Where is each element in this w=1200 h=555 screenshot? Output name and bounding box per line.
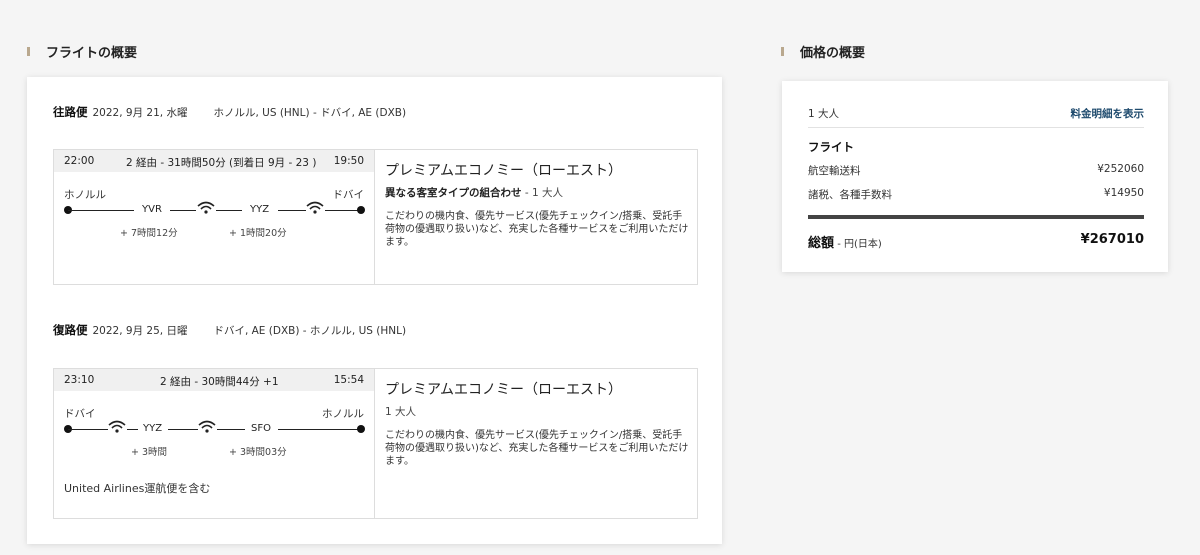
return-date: 2022, 9月 25, 日曜 [92, 325, 188, 337]
destination-dot [357, 206, 365, 214]
route-line [217, 429, 245, 430]
outbound-cabin: プレミアムエコノミー（ローエスト） [385, 163, 623, 179]
outbound-dest-city: ドバイ [332, 189, 365, 201]
fare-value: ¥252060 [1097, 163, 1144, 175]
outbound-layover2: + 1時間20分 [229, 228, 287, 239]
route-line [278, 429, 360, 430]
wifi-icon [108, 420, 126, 433]
heading-accent-bar [27, 47, 30, 56]
price-summary-card: 1 大人 料金明細を表示 フライト 航空輸送料 ¥252060 諸税、各種手数料… [782, 81, 1168, 272]
return-stop1-code: YYZ [143, 423, 163, 434]
outbound-date: 2022, 9月 21, 水曜 [92, 107, 188, 119]
outbound-stop1-code: YVR [142, 204, 162, 215]
route-line [216, 210, 242, 211]
wifi-icon [306, 201, 324, 214]
return-description: こだわりの機内食、優先サービス(優先チェックイン/搭乗、受託手荷物の優遇取り扱い… [385, 430, 689, 467]
return-arrive-time: 15:54 [333, 374, 364, 386]
outbound-layover1: + 7時間12分 [120, 228, 178, 239]
wifi-icon [198, 420, 216, 433]
return-stop2-code: SFO [251, 423, 271, 434]
outbound-route: ホノルル, US (HNL) - ドバイ, AE (DXB) [213, 107, 407, 119]
outbound-origin-city: ホノルル [64, 189, 106, 201]
return-origin-city: ドバイ [64, 408, 96, 420]
price-pax-row: 1 大人 料金明細を表示 [808, 106, 1144, 121]
tax-label: 諸税、各種手数料 [808, 189, 892, 201]
price-summary-title: 価格の概要 [800, 46, 866, 61]
return-cabin: プレミアムエコノミー（ローエスト） [385, 382, 623, 398]
outbound-fare-info: プレミアムエコノミー（ローエスト） 異なる客室タイプの組合わせ - 1 大人 こ… [385, 160, 690, 249]
total-row: 総額 - 円(日本) ¥267010 [808, 232, 1144, 251]
total-value: ¥267010 [1080, 232, 1144, 247]
price-pax: 1 大人 [808, 108, 840, 120]
return-pax: 1 大人 [385, 406, 417, 418]
fare-label: 航空輸送料 [808, 165, 861, 177]
carrier-note: United Airlines運航便を含む [64, 482, 211, 495]
return-header: 復路便 2022, 9月 25, 日曜 ドバイ, AE (DXB) - ホノルル… [53, 322, 406, 338]
route-line [168, 429, 198, 430]
outbound-header: 往路便 2022, 9月 21, 水曜 ホノルル, US (HNL) - ドバイ… [53, 104, 406, 120]
return-stops-duration: 2 経由 - 30時間44分 +1 [160, 376, 279, 388]
route-line [325, 210, 361, 211]
outbound-cabin-mix: 異なる客室タイプの組合わせ - 1 大人 [385, 185, 690, 200]
divider [808, 127, 1144, 128]
outbound-stops-duration: 2 経由 - 31時間50分 (到着日 9月 - 23 ) [126, 157, 317, 169]
flight-summary-heading: フライトの概要 [27, 42, 137, 61]
route-line [68, 210, 134, 211]
route-line [170, 210, 196, 211]
return-time-bar: 23:10 2 経由 - 30時間44分 +1 15:54 [54, 369, 374, 391]
outbound-arrive-time: 19:50 [333, 155, 364, 167]
return-layover1: + 3時間 [131, 447, 168, 458]
return-leg: 23:10 2 経由 - 30時間44分 +1 15:54 ドバイ ホノルル Y… [53, 368, 698, 519]
route-line [127, 429, 138, 430]
outbound-description: こだわりの機内食、優先サービス(優先チェックイン/搭乗、受託手荷物の優遇取り扱い… [385, 211, 689, 248]
outbound-itinerary: 22:00 2 経由 - 31時間50分 (到着日 9月 - 23 ) 19:5… [54, 150, 375, 284]
return-direction: 復路便 [53, 323, 88, 337]
destination-dot [357, 425, 365, 433]
outbound-stop2-code: YYZ [250, 204, 270, 215]
return-dest-city: ホノルル [322, 408, 364, 420]
outbound-direction: 往路便 [53, 105, 88, 119]
fare-details-link[interactable]: 料金明細を表示 [1071, 106, 1145, 121]
total-currency: - 円(日本) [834, 239, 882, 250]
outbound-pax: - 1 大人 [521, 187, 563, 199]
mixed-cabin-label: 異なる客室タイプの組合わせ [385, 187, 522, 199]
route-line [68, 429, 108, 430]
total-divider [808, 215, 1144, 219]
return-fare-info: プレミアムエコノミー（ローエスト） 1 大人 こだわりの機内食、優先サービス(優… [385, 379, 690, 468]
heading-accent-bar [781, 47, 784, 56]
flight-summary-title: フライトの概要 [46, 46, 138, 61]
return-layover2: + 3時間03分 [229, 447, 287, 458]
return-depart-time: 23:10 [64, 374, 95, 386]
fare-row: 航空輸送料 ¥252060 [808, 163, 1144, 178]
wifi-icon [197, 201, 215, 214]
price-summary-heading: 価格の概要 [781, 42, 865, 61]
return-itinerary: 23:10 2 経由 - 30時間44分 +1 15:54 ドバイ ホノルル Y… [54, 369, 375, 518]
route-line [278, 210, 306, 211]
flight-subheading: フライト [808, 140, 854, 154]
tax-row: 諸税、各種手数料 ¥14950 [808, 187, 1144, 202]
tax-value: ¥14950 [1103, 187, 1144, 199]
outbound-leg: 22:00 2 経由 - 31時間50分 (到着日 9月 - 23 ) 19:5… [53, 149, 698, 285]
outbound-depart-time: 22:00 [64, 155, 95, 167]
flight-summary-card: 往路便 2022, 9月 21, 水曜 ホノルル, US (HNL) - ドバイ… [27, 77, 722, 544]
outbound-time-bar: 22:00 2 経由 - 31時間50分 (到着日 9月 - 23 ) 19:5… [54, 150, 374, 172]
return-route: ドバイ, AE (DXB) - ホノルル, US (HNL) [213, 325, 407, 337]
total-label: 総額 [808, 236, 835, 251]
